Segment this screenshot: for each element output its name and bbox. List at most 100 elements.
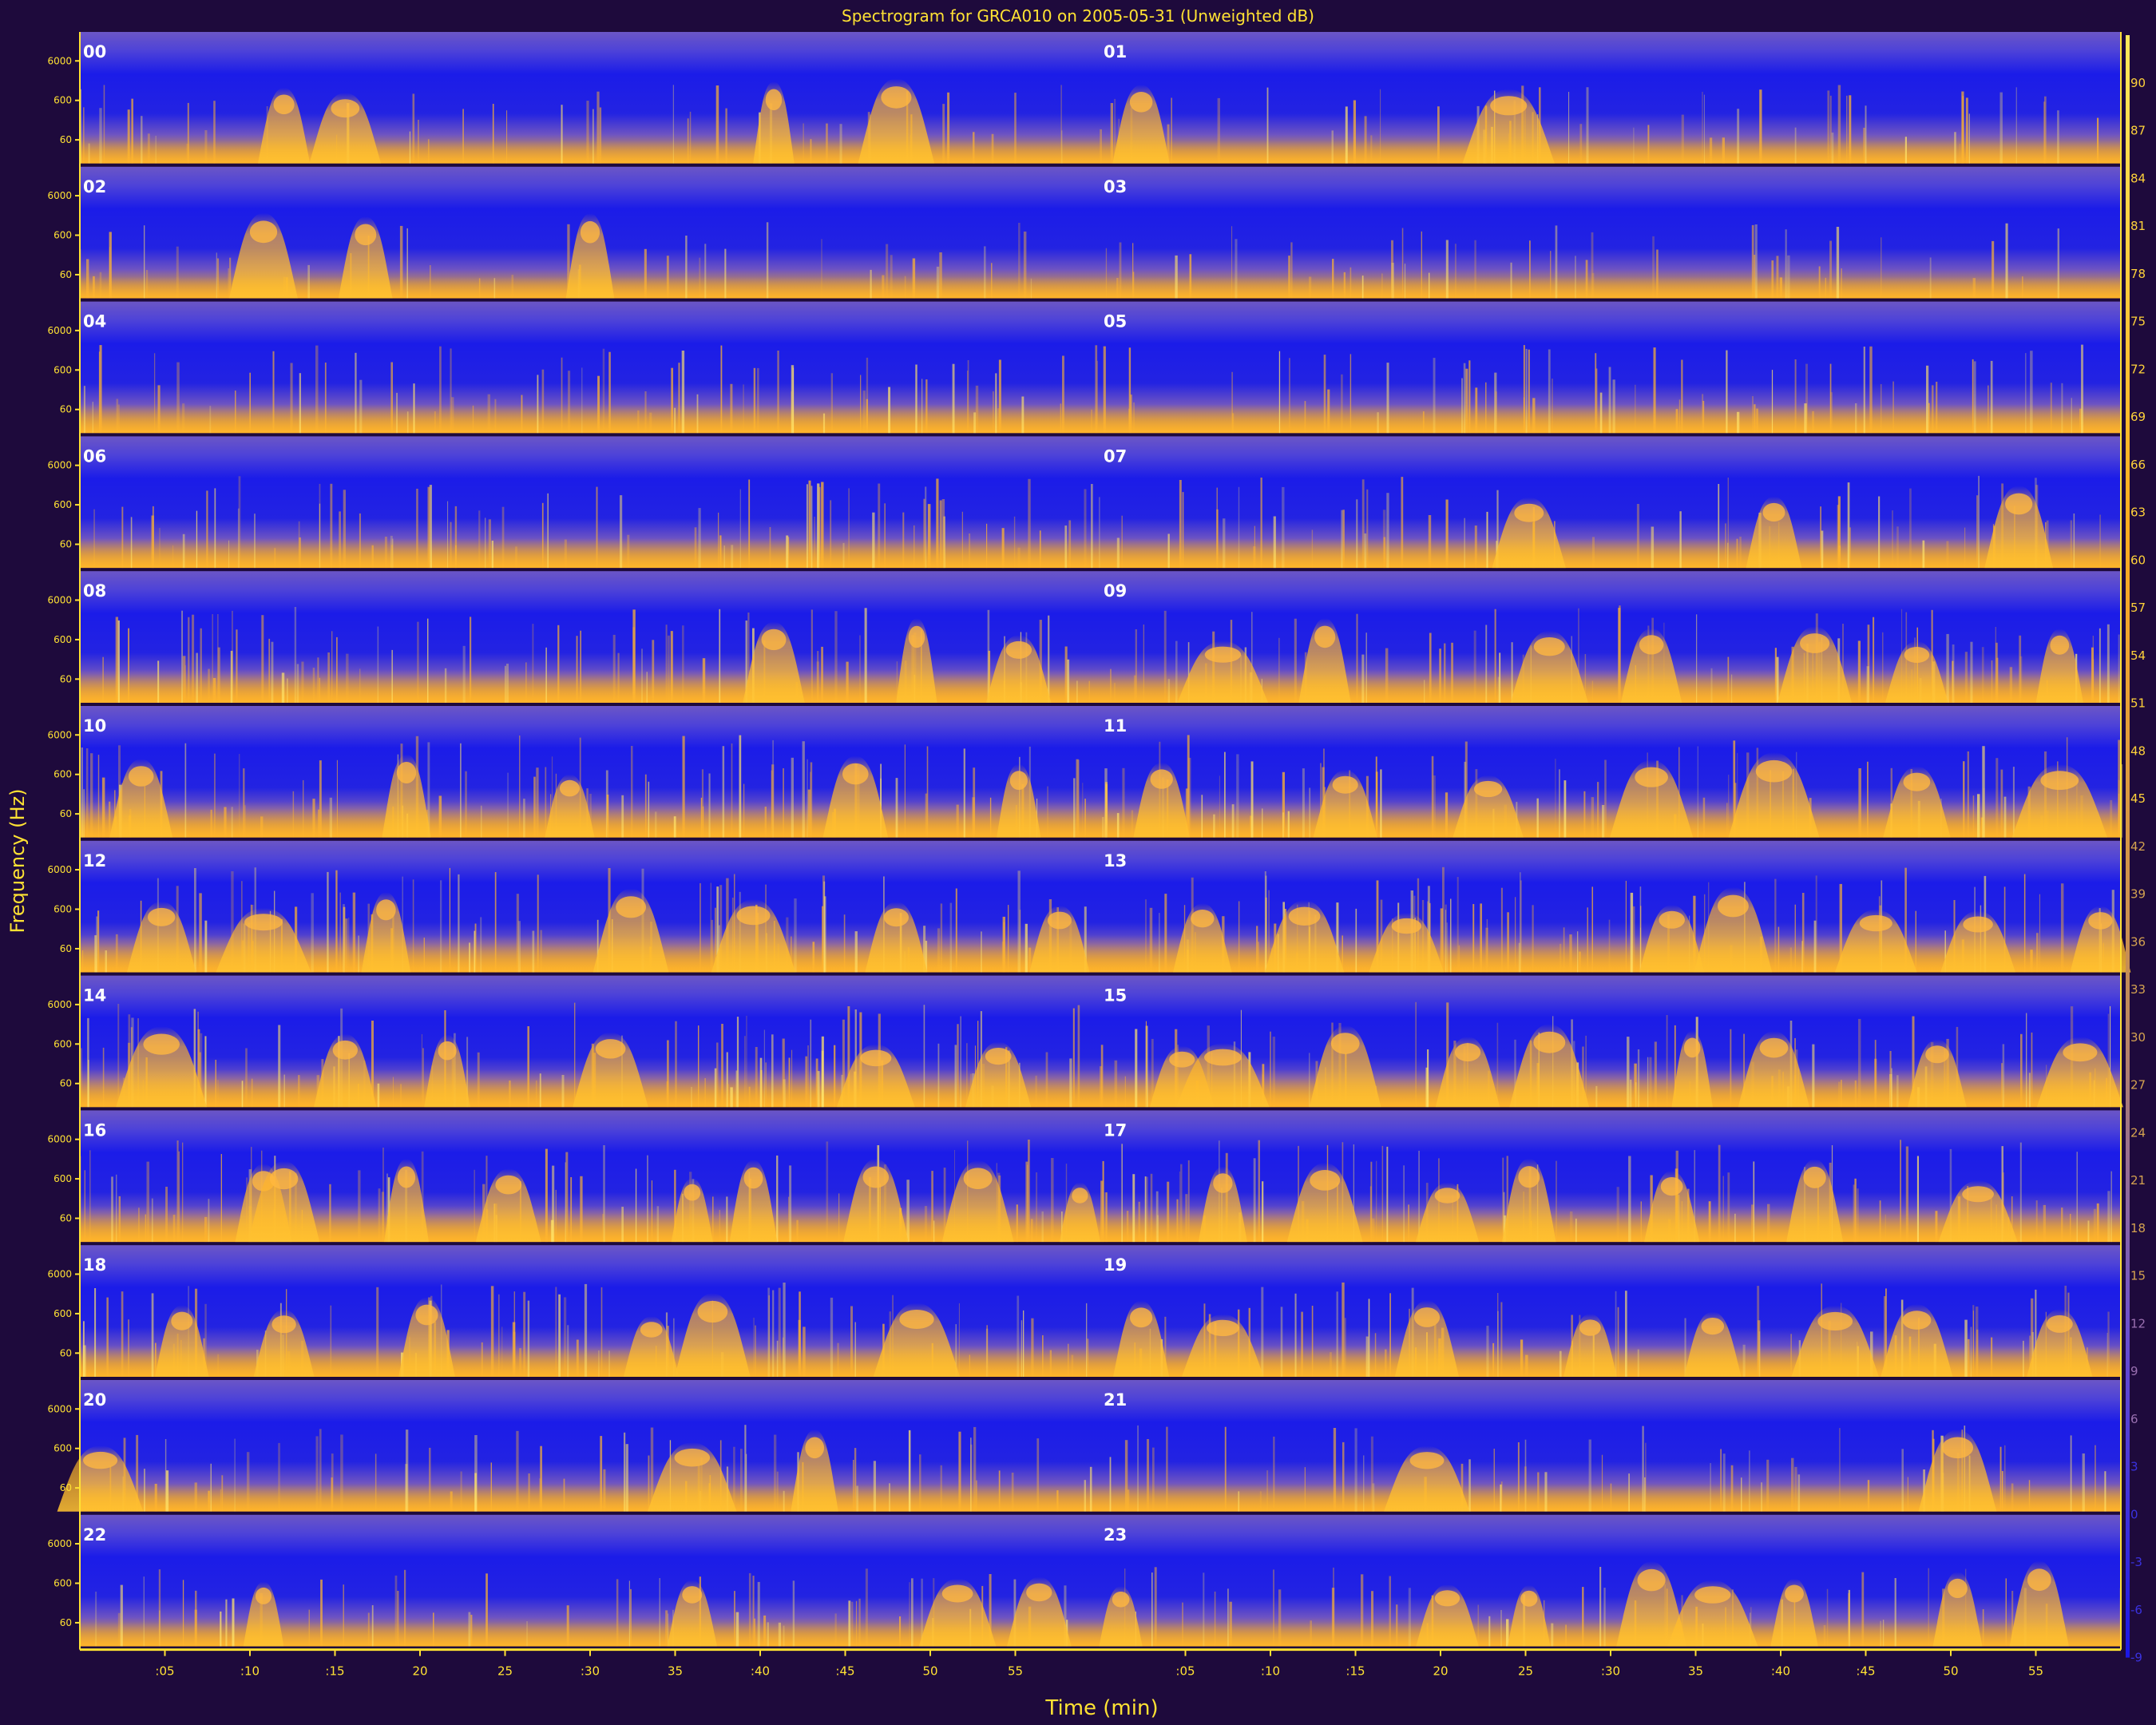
y-tick-label: 6000 xyxy=(47,460,72,471)
transient-streak xyxy=(1363,1455,1365,1512)
transient-streak xyxy=(1751,224,1754,299)
colorbar-tick-label: 18 xyxy=(2130,1221,2146,1235)
transient-streak xyxy=(1145,899,1147,973)
burst-harmonic xyxy=(684,1184,701,1201)
burst-harmonic xyxy=(376,899,396,921)
burst-harmonic xyxy=(1520,1590,1538,1607)
transient-streak xyxy=(1344,1318,1346,1377)
x-tick-label: :05 xyxy=(1175,1664,1195,1679)
transient-streak xyxy=(493,278,496,299)
transient-streak xyxy=(1458,945,1460,973)
transient-streak xyxy=(127,109,130,164)
transient-streak xyxy=(854,1448,857,1512)
transient-streak xyxy=(231,807,233,838)
colorbar-tick-label: 57 xyxy=(2130,601,2146,615)
transient-streak xyxy=(2028,1073,2031,1108)
transient-streak xyxy=(1866,666,1869,703)
transient-streak xyxy=(1370,135,1373,164)
transient-streak xyxy=(1608,367,1611,434)
spectrogram-row: 14 15 6000 600 60 xyxy=(47,975,2123,1111)
transient-streak xyxy=(315,1436,319,1512)
transient-streak xyxy=(1179,1171,1180,1243)
transient-streak xyxy=(1612,379,1615,434)
transient-streak xyxy=(1437,106,1440,164)
y-tick-label: 60 xyxy=(60,943,72,954)
transient-streak xyxy=(224,807,227,838)
transient-streak xyxy=(603,1469,606,1512)
transient-streak xyxy=(422,1048,424,1108)
transient-streak xyxy=(1262,1181,1264,1243)
transient-streak xyxy=(1635,1082,1637,1108)
transient-streak xyxy=(128,1319,129,1377)
transient-streak xyxy=(895,778,898,838)
transient-streak xyxy=(271,641,274,703)
transient-streak xyxy=(1454,244,1456,299)
transient-streak xyxy=(1304,1467,1306,1512)
transient-streak xyxy=(1179,480,1182,569)
transient-streak xyxy=(1119,242,1122,299)
transient-streak xyxy=(184,743,187,838)
burst-harmonic xyxy=(1637,1568,1666,1592)
transient-streak xyxy=(754,1618,756,1647)
transient-streak xyxy=(783,1490,785,1512)
transient-streak xyxy=(1599,1567,1602,1647)
transient-streak xyxy=(1794,359,1797,434)
transient-streak xyxy=(178,1151,180,1243)
transient-streak xyxy=(228,540,230,569)
transient-streak xyxy=(526,1621,528,1647)
transient-streak xyxy=(1154,1567,1157,1647)
transient-streak xyxy=(172,545,174,569)
burst-harmonic xyxy=(1903,772,1931,791)
transient-streak xyxy=(904,276,906,299)
transient-streak xyxy=(1813,920,1817,973)
transient-streak xyxy=(2104,1471,2106,1512)
burst-harmonic xyxy=(1941,1437,1974,1459)
transient-streak xyxy=(1189,254,1192,299)
transient-streak xyxy=(1964,652,1968,703)
transient-streak xyxy=(1144,1176,1147,1243)
x-tick-label: 55 xyxy=(2028,1664,2043,1679)
hour-label: 16 xyxy=(83,1120,106,1140)
transient-streak xyxy=(1867,1480,1870,1512)
transient-streak xyxy=(1532,398,1536,434)
transient-streak xyxy=(377,626,379,703)
transient-streak xyxy=(1579,951,1581,973)
transient-streak xyxy=(1401,477,1404,569)
transient-streak xyxy=(2118,779,2121,838)
colorbar-tick-label: 66 xyxy=(2130,458,2146,472)
transient-streak xyxy=(469,942,470,973)
transient-streak xyxy=(182,656,186,703)
transient-streak xyxy=(95,1592,97,1647)
transient-streak xyxy=(331,1477,333,1512)
transient-streak xyxy=(1892,510,1893,569)
transient-streak xyxy=(501,506,505,569)
transient-streak xyxy=(468,1612,471,1647)
transient-streak xyxy=(1858,768,1861,838)
transient-streak xyxy=(581,367,583,434)
transient-streak xyxy=(343,904,345,973)
transient-streak xyxy=(701,769,703,838)
transient-streak xyxy=(1185,1194,1188,1243)
transient-streak xyxy=(1145,1021,1147,1108)
transient-streak xyxy=(1273,516,1276,569)
transient-streak xyxy=(1385,1349,1387,1377)
transient-streak xyxy=(1008,905,1009,973)
transient-streak xyxy=(1056,1490,1059,1512)
y-tick-label: 60 xyxy=(60,539,72,550)
x-tick-label: :40 xyxy=(751,1664,770,1679)
transient-streak xyxy=(791,1049,793,1108)
transient-streak xyxy=(1278,637,1280,703)
transient-streak xyxy=(541,502,544,569)
transient-streak xyxy=(884,503,886,569)
burst-harmonic xyxy=(1206,1319,1239,1337)
transient-streak xyxy=(2020,1033,2023,1108)
transient-streak xyxy=(966,1043,968,1108)
transient-streak xyxy=(186,144,189,164)
transient-streak xyxy=(220,1611,222,1647)
burst-harmonic xyxy=(1659,910,1685,929)
transient-streak xyxy=(1946,633,1949,703)
transient-streak xyxy=(2092,636,2094,703)
transient-streak xyxy=(912,258,916,299)
transient-streak xyxy=(145,1214,146,1243)
transient-streak xyxy=(1736,538,1738,569)
